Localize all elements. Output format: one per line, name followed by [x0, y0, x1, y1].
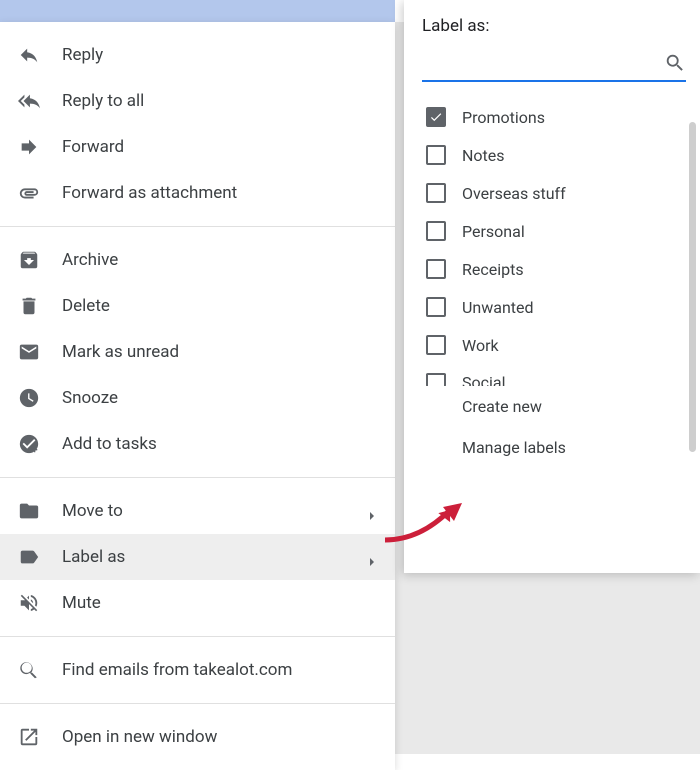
label-action-create-new[interactable]: Create new	[418, 386, 700, 427]
reply-all-icon	[18, 90, 40, 112]
label-item-social[interactable]: Social	[418, 364, 700, 386]
chevron-right-icon	[367, 552, 377, 562]
menu-item-open-new-window[interactable]: Open in new window	[0, 714, 395, 760]
label-action-manage[interactable]: Manage labels	[418, 427, 700, 468]
label-item-text: Notes	[462, 146, 505, 165]
menu-item-mark-unread[interactable]: Mark as unread	[0, 329, 395, 375]
label-item-work[interactable]: Work	[418, 326, 700, 364]
menu-item-label: Find emails from takealot.com	[62, 660, 292, 680]
label-actions: Create new Manage labels	[404, 386, 700, 468]
label-item-text: Promotions	[462, 108, 545, 127]
label-as-panel: Label as: Promotions Notes Overseas stuf…	[404, 0, 700, 573]
menu-item-forward-attachment[interactable]: Forward as attachment	[0, 170, 395, 216]
checkbox-icon	[426, 145, 446, 165]
label-item-text: Work	[462, 336, 499, 355]
menu-item-label: Forward as attachment	[62, 183, 237, 203]
label-item-text: Personal	[462, 222, 525, 241]
reply-icon	[18, 44, 40, 66]
menu-item-archive[interactable]: Archive	[0, 237, 395, 283]
checkbox-icon	[426, 183, 446, 203]
archive-icon	[18, 249, 40, 271]
add-tasks-icon	[18, 433, 40, 455]
menu-item-add-tasks[interactable]: Add to tasks	[0, 421, 395, 467]
menu-item-delete[interactable]: Delete	[0, 283, 395, 329]
checkbox-icon	[426, 373, 446, 386]
context-menu: Reply Reply to all Forward Forward as at…	[0, 22, 395, 770]
label-search-row	[422, 46, 686, 82]
label-list: Promotions Notes Overseas stuff Personal…	[404, 90, 700, 386]
label-item-text: Overseas stuff	[462, 184, 566, 203]
menu-item-label: Snooze	[62, 388, 118, 408]
label-item-notes[interactable]: Notes	[418, 136, 700, 174]
forward-icon	[18, 136, 40, 158]
menu-item-label: Label as	[62, 547, 125, 567]
checkbox-icon	[426, 335, 446, 355]
menu-item-label: Delete	[62, 296, 110, 316]
menu-item-reply[interactable]: Reply	[0, 32, 395, 78]
menu-item-label: Add to tasks	[62, 434, 157, 454]
mark-unread-icon	[18, 341, 40, 363]
checkbox-icon	[426, 259, 446, 279]
label-item-text: Receipts	[462, 260, 524, 279]
label-item-overseas[interactable]: Overseas stuff	[418, 174, 700, 212]
scrollbar-thumb[interactable]	[689, 122, 696, 452]
menu-item-find-emails[interactable]: Find emails from takealot.com	[0, 647, 395, 693]
checkbox-checked-icon	[426, 107, 446, 127]
menu-item-label: Mark as unread	[62, 342, 179, 362]
mute-icon	[18, 592, 40, 614]
menu-item-label: Reply to all	[62, 91, 144, 111]
snooze-icon	[18, 387, 40, 409]
menu-item-snooze[interactable]: Snooze	[0, 375, 395, 421]
attachment-icon	[18, 182, 40, 204]
folder-icon	[18, 500, 40, 522]
label-item-unwanted[interactable]: Unwanted	[418, 288, 700, 326]
label-item-receipts[interactable]: Receipts	[418, 250, 700, 288]
label-item-text: Social	[462, 373, 505, 386]
menu-item-forward[interactable]: Forward	[0, 124, 395, 170]
delete-icon	[18, 295, 40, 317]
open-new-window-icon	[18, 726, 40, 748]
menu-item-label-as[interactable]: Label as	[0, 534, 395, 580]
menu-item-move-to[interactable]: Move to	[0, 488, 395, 534]
label-action-text: Create new	[462, 397, 542, 416]
menu-item-label: Move to	[62, 501, 123, 521]
checkbox-icon	[426, 221, 446, 241]
label-item-promotions[interactable]: Promotions	[418, 98, 700, 136]
menu-item-mute[interactable]: Mute	[0, 580, 395, 626]
checkbox-icon	[426, 297, 446, 317]
label-panel-title: Label as:	[404, 16, 700, 46]
window-titlebar-backdrop	[0, 0, 395, 22]
menu-item-label: Reply	[62, 45, 103, 65]
label-item-personal[interactable]: Personal	[418, 212, 700, 250]
search-icon	[18, 659, 40, 681]
menu-item-reply-all[interactable]: Reply to all	[0, 78, 395, 124]
label-item-text: Unwanted	[462, 298, 534, 317]
search-icon	[664, 52, 686, 74]
menu-item-label: Open in new window	[62, 727, 217, 747]
chevron-right-icon	[367, 506, 377, 516]
label-action-text: Manage labels	[462, 438, 566, 457]
menu-item-label: Mute	[62, 593, 101, 613]
menu-item-label: Forward	[62, 137, 124, 157]
label-icon	[18, 546, 40, 568]
label-search-input[interactable]	[422, 54, 664, 72]
menu-item-label: Archive	[62, 250, 118, 270]
